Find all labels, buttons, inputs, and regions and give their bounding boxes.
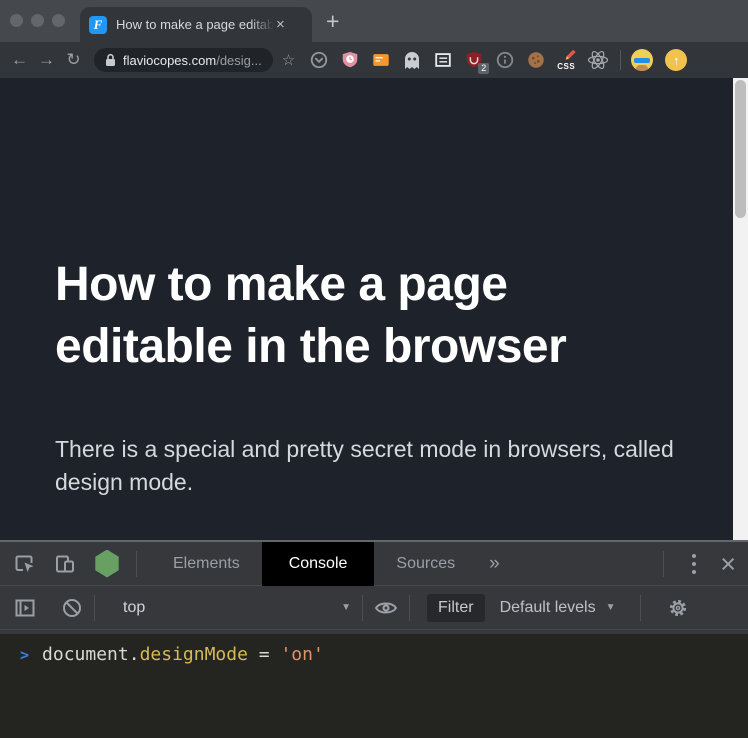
devtools-separator [136, 551, 137, 577]
devtools-tabbar: Elements Console Sources » × [0, 542, 748, 586]
console-toolbar: top ▼ Filter Default levels ▼ [0, 586, 748, 630]
console-prompt-icon: > [20, 646, 29, 664]
browser-update-icon[interactable]: ↑ [665, 49, 687, 71]
devtools-tabs: Elements Console Sources » [151, 542, 500, 586]
back-icon[interactable]: ← [6, 50, 33, 70]
browser-toolbar: ← → ↻ flaviocopes.com/desig... ☆ 2 [0, 42, 748, 78]
avatar-sunglasses [634, 58, 650, 63]
nodejs-icon[interactable] [94, 550, 120, 578]
ghostery-extension-icon[interactable] [401, 49, 423, 71]
tab-close-icon[interactable]: × [276, 17, 285, 32]
toolbar-separator [409, 595, 410, 621]
css-editor-label: CSS [557, 62, 575, 71]
toolbar-separator [620, 50, 621, 70]
eye-icon[interactable] [374, 599, 398, 617]
devtools-menu-icon[interactable] [692, 554, 696, 574]
devtools-panel: Elements Console Sources » × top ▼ [0, 540, 748, 738]
toolbar-separator [362, 595, 363, 621]
page-scrollbar[interactable] [733, 78, 748, 540]
chevron-down-icon: ▼ [606, 602, 616, 613]
page-title: How to make a page editable in the brows… [55, 254, 690, 379]
lock-icon [105, 53, 116, 67]
code-token: = [248, 644, 281, 665]
browser-tab[interactable]: F How to make a page editable i × [80, 7, 312, 42]
css-editor-extension-icon[interactable]: CSS [556, 49, 578, 71]
tab-sources[interactable]: Sources [374, 542, 477, 586]
new-tab-button[interactable]: + [326, 8, 339, 35]
window-frame: F How to make a page editable i × + [0, 0, 748, 42]
zoom-window-button[interactable] [52, 14, 65, 27]
address-bar[interactable]: flaviocopes.com/desig... [94, 48, 273, 72]
pocket-extension-icon[interactable] [308, 49, 330, 71]
log-levels-dropdown[interactable]: Default levels ▼ [500, 599, 616, 617]
toolbar-separator [640, 595, 641, 621]
devtools-separator [663, 551, 664, 577]
code-token: designMode [140, 644, 248, 665]
inspect-element-icon[interactable] [14, 553, 36, 575]
traffic-lights [10, 14, 65, 27]
cookie-extension-icon[interactable] [525, 49, 547, 71]
url-path: /desig... [216, 53, 262, 68]
ublock-origin-extension-icon[interactable]: 2 [463, 49, 485, 71]
tab-title: How to make a page editable i [116, 17, 274, 32]
console-command: document.designMode = 'on' [42, 644, 324, 665]
avatar-face [636, 65, 648, 71]
tab-elements[interactable]: Elements [151, 542, 262, 586]
info-extension-icon[interactable] [494, 49, 516, 71]
code-token: 'on' [280, 644, 323, 665]
tab-console[interactable]: Console [262, 542, 375, 586]
chevron-down-icon: ▼ [341, 602, 351, 613]
filter-input[interactable]: Filter [427, 594, 485, 622]
bookmark-star-icon[interactable]: ☆ [282, 51, 295, 69]
forward-icon[interactable]: → [33, 50, 60, 70]
reader-view-extension-icon[interactable] [432, 49, 454, 71]
devtools-close-icon[interactable]: × [720, 551, 736, 578]
console-input-row[interactable]: > document.designMode = 'on' [0, 644, 748, 665]
profile-avatar[interactable] [631, 49, 653, 71]
close-window-button[interactable] [10, 14, 23, 27]
console-output[interactable]: > document.designMode = 'on' [0, 634, 748, 738]
toolbar-separator [94, 595, 95, 621]
device-toolbar-icon[interactable] [54, 553, 76, 575]
page-content: How to make a page editable in the brows… [0, 78, 733, 540]
privacy-shield-extension-icon[interactable] [339, 49, 361, 71]
ublock-badge: 2 [478, 63, 489, 74]
url-domain: flaviocopes.com [123, 53, 216, 68]
more-tabs-icon[interactable]: » [489, 542, 500, 586]
web-clipper-extension-icon[interactable] [370, 49, 392, 71]
context-selector[interactable]: top ▼ [123, 599, 351, 617]
code-token: document. [42, 644, 140, 665]
tab-favicon-icon: F [89, 16, 107, 34]
scrollbar-thumb[interactable] [735, 80, 746, 218]
extensions-row: 2 CSS [308, 49, 609, 71]
clear-console-icon[interactable] [61, 597, 83, 619]
settings-gear-icon[interactable] [667, 597, 689, 619]
react-devtools-extension-icon[interactable] [587, 49, 609, 71]
reload-icon[interactable]: ↻ [60, 50, 87, 70]
page-intro: There is a special and pretty secret mod… [55, 433, 675, 498]
console-sidebar-icon[interactable] [14, 597, 36, 619]
minimize-window-button[interactable] [31, 14, 44, 27]
